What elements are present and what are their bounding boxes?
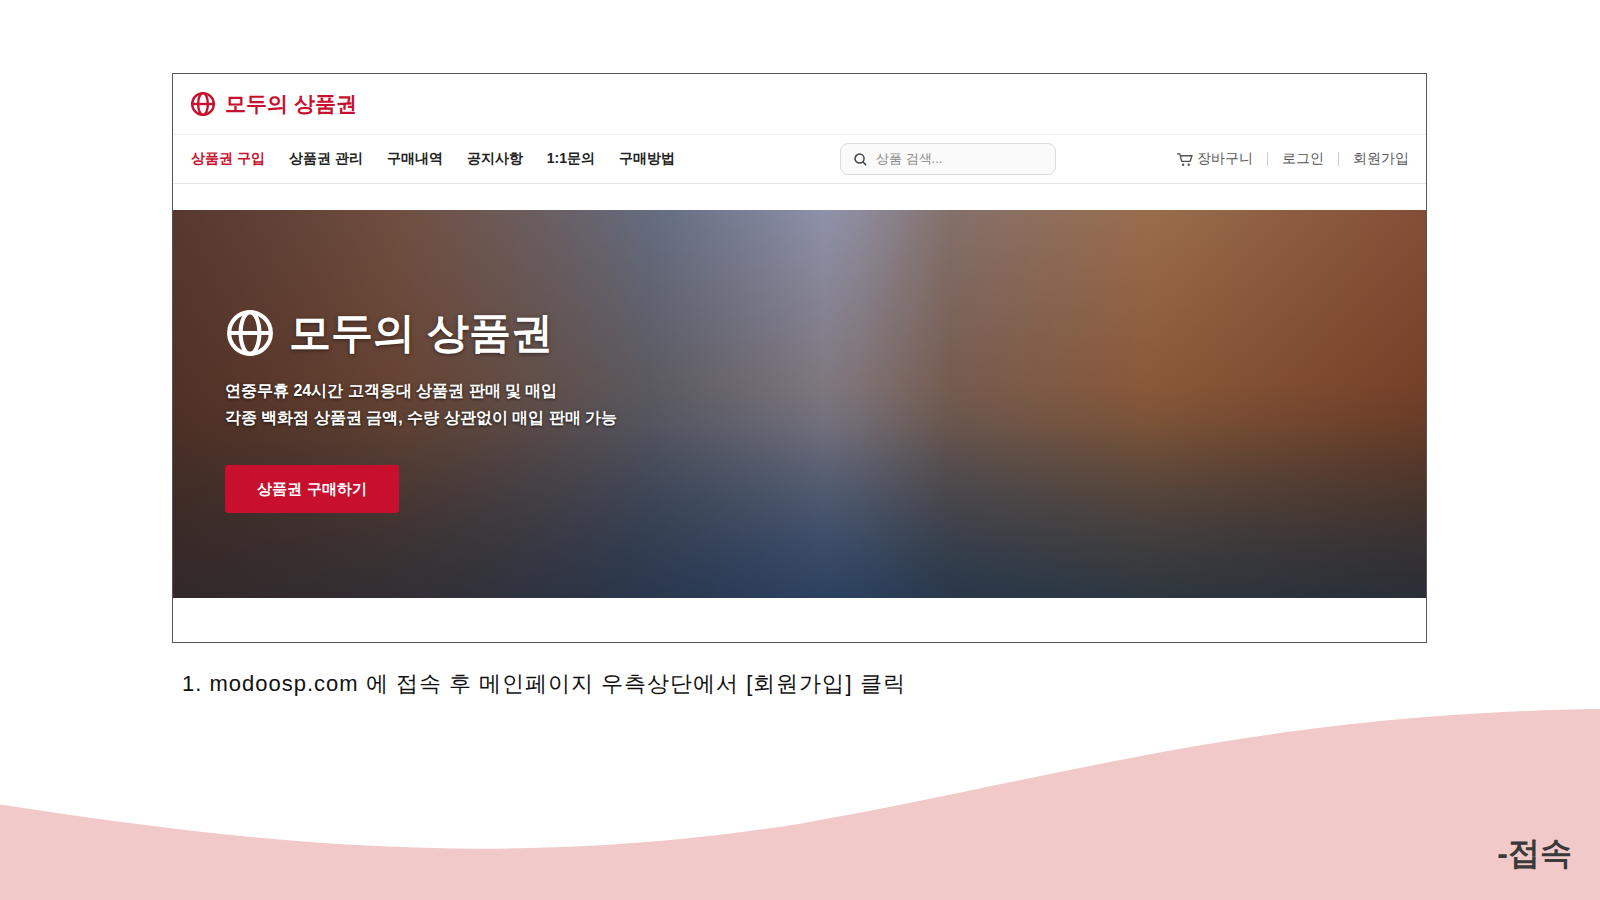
user-link[interactable]: 로그인 xyxy=(1282,150,1324,168)
section-label: -접속 xyxy=(1497,832,1572,876)
hero-title-text: 모두의 상품권 xyxy=(289,305,553,361)
nav-item[interactable]: 구매내역 xyxy=(387,150,443,168)
page-bottom xyxy=(173,598,1426,642)
user-link[interactable]: 회원가입 xyxy=(1353,150,1409,168)
search-icon xyxy=(853,152,868,167)
nav-item[interactable]: 구매방법 xyxy=(619,150,675,168)
nav-item[interactable]: 상품권 구입 xyxy=(191,150,265,168)
nav-bar: 상품권 구입 상품권 관리 구매내역 공지사항 1:1문의 구매방법 상품 검색... 장바… xyxy=(173,135,1426,184)
step-caption: 1. modoosp.com 에 접속 후 메인페이지 우측상단에서 [회원가입… xyxy=(182,669,1600,699)
logo-text: 모두의 상품권 xyxy=(225,90,357,118)
user-links: 장바구니 로그인 회원가입 xyxy=(1176,150,1409,168)
hero-title: 모두의 상품권 xyxy=(225,305,617,361)
hero-line: 연중무휴 24시간 고객응대 상품권 판매 및 매입 xyxy=(225,381,617,402)
globe-icon xyxy=(190,91,216,117)
cart-icon xyxy=(1176,152,1193,167)
site-logo[interactable]: 모두의 상품권 xyxy=(190,90,357,118)
hero-line: 각종 백화점 상품권 금액, 수량 상관없이 매입 판매 가능 xyxy=(225,408,617,429)
link-separator xyxy=(1338,152,1339,166)
link-separator xyxy=(1267,152,1268,166)
site-header: 모두의 상품권 xyxy=(173,74,1426,135)
buy-button[interactable]: 상품권 구매하기 xyxy=(225,465,399,513)
search-field[interactable]: 상품 검색... xyxy=(840,143,1056,175)
nav-item[interactable]: 상품권 관리 xyxy=(289,150,363,168)
hero-description: 연중무휴 24시간 고객응대 상품권 판매 및 매입각종 백화점 상품권 금액,… xyxy=(225,381,617,429)
user-link[interactable]: 장바구니 xyxy=(1176,150,1253,168)
hero-content: 모두의 상품권연중무휴 24시간 고객응대 상품권 판매 및 매입각종 백화점 … xyxy=(173,295,617,513)
website-screenshot: 모두의 상품권상품권 구입상품권 관리구매내역공지사항1:1문의구매방법상품 검… xyxy=(172,73,1427,643)
main-nav: 상품권 구입 상품권 관리 구매내역 공지사항 1:1문의 구매방법 xyxy=(191,150,840,168)
wave-decoration xyxy=(0,690,1600,900)
nav-item[interactable]: 공지사항 xyxy=(467,150,523,168)
slide: 모두의 상품권상품권 구입상품권 관리구매내역공지사항1:1문의구매방법상품 검… xyxy=(0,0,1600,900)
hero-banner: 모두의 상품권연중무휴 24시간 고객응대 상품권 판매 및 매입각종 백화점 … xyxy=(173,210,1426,598)
search-placeholder: 상품 검색... xyxy=(876,150,942,168)
nav-item[interactable]: 1:1문의 xyxy=(547,150,595,168)
globe-icon xyxy=(225,308,275,358)
